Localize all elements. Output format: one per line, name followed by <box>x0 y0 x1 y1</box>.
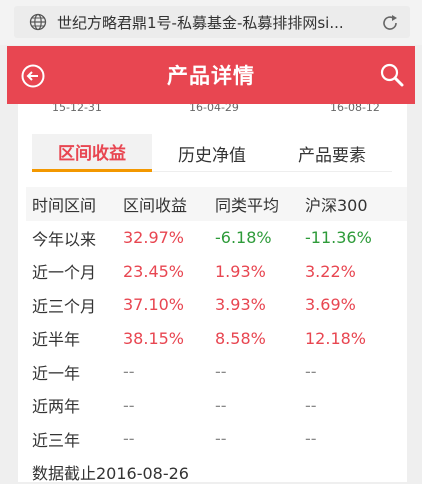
period-cell: 近一年 <box>32 363 81 383</box>
table-row: 近一年 -- -- -- <box>26 355 407 389</box>
data-cutoff-note: 数据截止2016-08-26 <box>32 464 189 483</box>
period-cell: 近三个月 <box>32 296 97 316</box>
hs300-cell: -11.36% <box>305 228 372 248</box>
table-row: 近两年 -- -- -- <box>26 389 407 423</box>
period-cell: 近一个月 <box>32 263 97 283</box>
tab-interval-return[interactable]: 区间收益 <box>32 134 152 172</box>
period-cell: 今年以来 <box>32 229 97 249</box>
address-field[interactable]: 世纪方略君鼎1号-私募基金-私募排排网si... <box>14 6 410 38</box>
avg-cell: 8.58% <box>215 328 266 348</box>
reload-icon[interactable] <box>380 13 400 33</box>
avg-cell: 3.93% <box>215 295 266 315</box>
table-row: 今年以来 32.97% -6.18% -11.36% <box>26 221 407 255</box>
period-cell: 近半年 <box>32 330 81 350</box>
hs300-cell: 12.18% <box>305 328 367 348</box>
url-text: 世纪方略君鼎1号-私募基金-私募排排网si... <box>57 13 344 32</box>
table-row: 近三个月 37.10% 3.93% 3.69% <box>26 288 407 322</box>
hs300-cell: -- <box>305 395 317 415</box>
header-period: 时间区间 <box>32 196 97 215</box>
avg-cell: -6.18% <box>215 228 272 248</box>
header-avg: 同类平均 <box>215 196 280 215</box>
search-icon[interactable] <box>379 62 405 88</box>
hs300-cell: -- <box>305 429 317 449</box>
page-title: 产品详情 <box>167 64 255 88</box>
return-cell: 32.97% <box>123 228 185 248</box>
avg-cell: 1.93% <box>215 261 266 281</box>
date-tick: 16-04-29 <box>189 104 239 114</box>
hs300-cell: -- <box>305 362 317 382</box>
avg-cell: -- <box>215 362 227 382</box>
return-cell: -- <box>123 362 135 382</box>
table-header: 时间区间 区间收益 同类平均 沪深300 <box>26 187 407 221</box>
return-cell: 38.15% <box>123 328 185 348</box>
return-cell: 23.45% <box>123 261 185 281</box>
period-cell: 近三年 <box>32 430 81 450</box>
hs300-cell: 3.69% <box>305 295 356 315</box>
return-cell: 37.10% <box>123 295 185 315</box>
browser-url-bar: 世纪方略君鼎1号-私募基金-私募排排网si... <box>0 0 422 45</box>
globe-icon <box>29 13 47 31</box>
avg-cell: -- <box>215 395 227 415</box>
chart-date-axis: 15-12-31 16-04-29 16-08-12 <box>18 104 407 117</box>
avg-cell: -- <box>215 429 227 449</box>
period-cell: 近两年 <box>32 397 81 417</box>
header-return: 区间收益 <box>123 196 188 215</box>
date-tick: 15-12-31 <box>52 104 102 114</box>
hs300-cell: 3.22% <box>305 261 356 281</box>
header-hs300: 沪深300 <box>305 196 368 215</box>
product-card: 15-12-31 16-04-29 16-08-12 区间收益 历史净值 产品要… <box>18 104 407 483</box>
date-tick: 16-08-12 <box>330 104 380 114</box>
table-row: 近半年 38.15% 8.58% 12.18% <box>26 322 407 356</box>
return-cell: -- <box>123 429 135 449</box>
return-table: 时间区间 区间收益 同类平均 沪深300 今年以来 32.97% -6.18% … <box>26 187 407 456</box>
tab-bar: 区间收益 历史净值 产品要素 <box>32 134 392 172</box>
app-header: 产品详情 <box>7 46 415 104</box>
table-row: 近三年 -- -- -- <box>26 422 407 456</box>
tab-product-info[interactable]: 产品要素 <box>272 134 392 172</box>
tab-history-nav[interactable]: 历史净值 <box>152 134 272 172</box>
return-cell: -- <box>123 395 135 415</box>
table-row: 近一个月 23.45% 1.93% 3.22% <box>26 255 407 289</box>
